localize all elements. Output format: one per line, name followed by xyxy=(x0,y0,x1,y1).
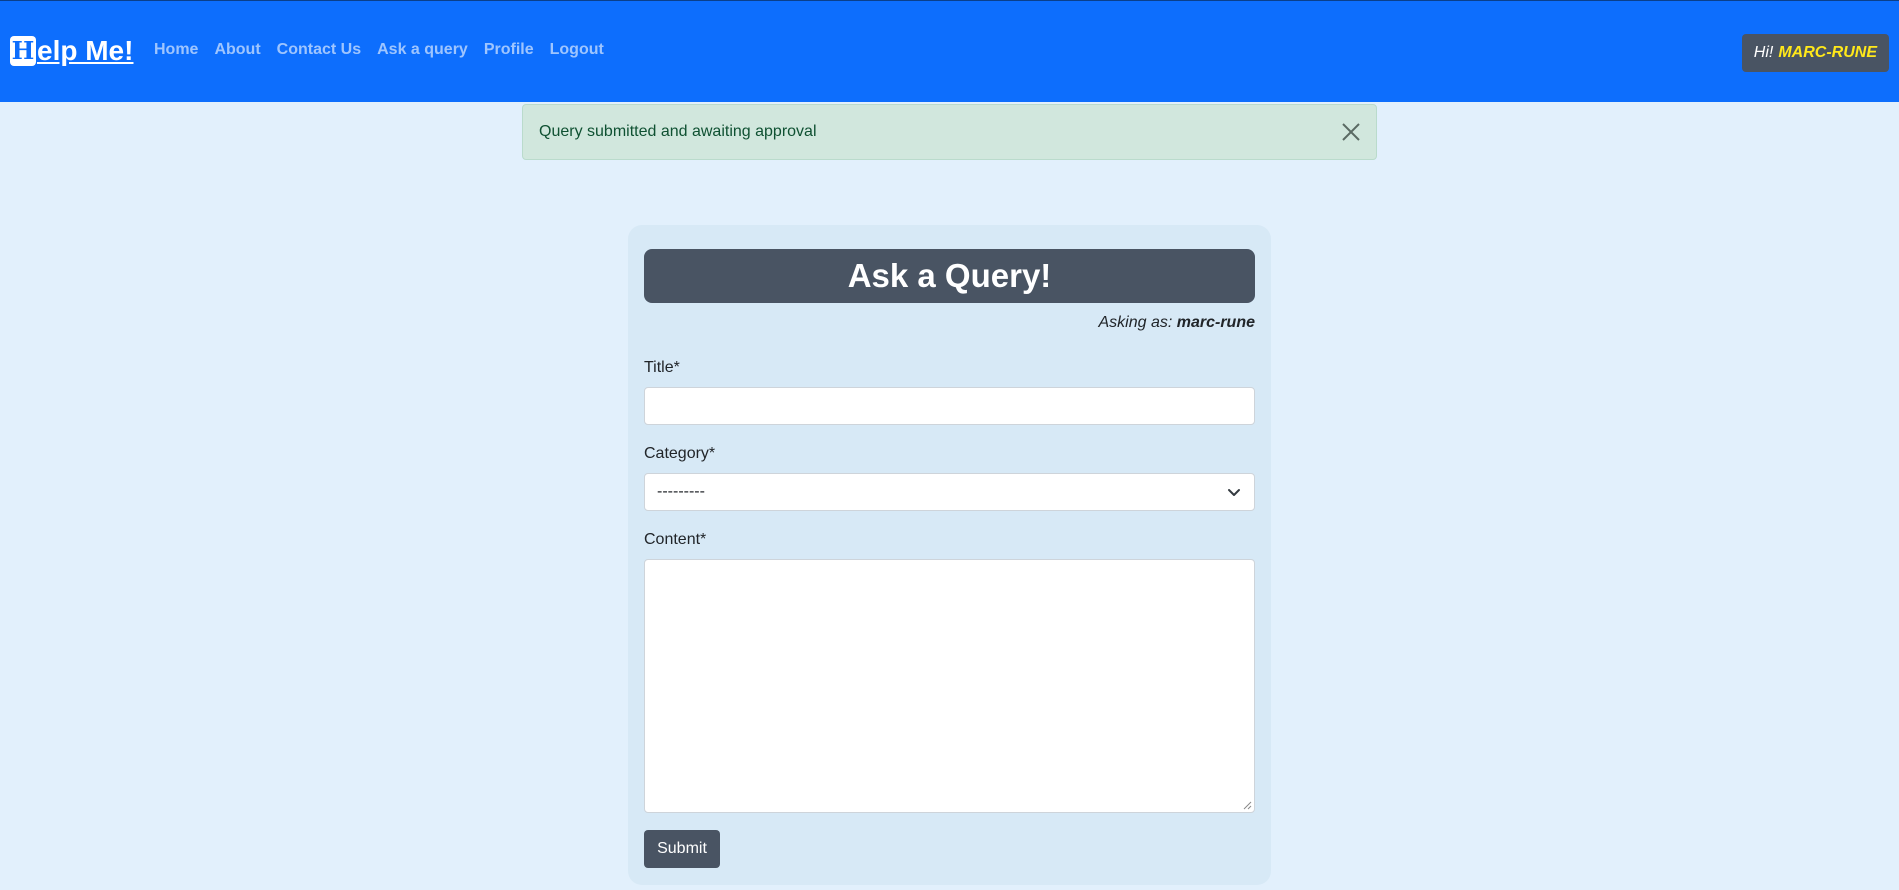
alert-message: Query submitted and awaiting approval xyxy=(539,123,817,140)
title-label: Title* xyxy=(644,359,680,376)
nav-link-logout[interactable]: Logout xyxy=(542,41,612,59)
category-select[interactable]: --------- xyxy=(644,473,1255,511)
brand-logo-letter: H xyxy=(10,36,36,66)
content-textarea[interactable] xyxy=(644,559,1255,813)
nav-link-about[interactable]: About xyxy=(206,41,268,59)
content-label: Content* xyxy=(644,531,707,548)
nav-links: Home About Contact Us Ask a query Profil… xyxy=(146,41,612,59)
form-heading: Ask a Query! xyxy=(644,249,1255,303)
asking-prefix: Asking as: xyxy=(1098,314,1173,331)
nav-link-profile[interactable]: Profile xyxy=(476,41,542,59)
title-input[interactable] xyxy=(644,387,1255,425)
greeting-prefix: Hi! xyxy=(1753,44,1774,61)
category-selected-value: --------- xyxy=(657,483,705,500)
asking-as-text: Asking as: marc-rune xyxy=(1098,314,1255,332)
asking-username: marc-rune xyxy=(1176,314,1255,331)
nav-link-home[interactable]: Home xyxy=(146,41,206,59)
nav-link-ask-a-query[interactable]: Ask a query xyxy=(369,41,476,59)
resize-grip-icon[interactable] xyxy=(1242,800,1252,810)
query-form-card: Ask a Query! Asking as: marc-rune Title*… xyxy=(628,225,1271,885)
close-icon[interactable] xyxy=(1340,121,1362,143)
greeting-username: MARC-RUNE xyxy=(1778,44,1877,61)
navbar: Help Me! Home About Contact Us Ask a que… xyxy=(0,0,1899,102)
brand-text: elp Me! xyxy=(37,35,134,66)
brand-link[interactable]: Help Me! xyxy=(10,35,133,67)
user-greeting-badge: Hi! MARC-RUNE xyxy=(1741,34,1889,72)
category-label: Category* xyxy=(644,445,716,462)
chevron-down-icon xyxy=(1228,489,1240,496)
success-alert: Query submitted and awaiting approval xyxy=(522,104,1377,160)
nav-link-contact-us[interactable]: Contact Us xyxy=(269,41,369,59)
submit-button[interactable]: Submit xyxy=(644,830,720,868)
